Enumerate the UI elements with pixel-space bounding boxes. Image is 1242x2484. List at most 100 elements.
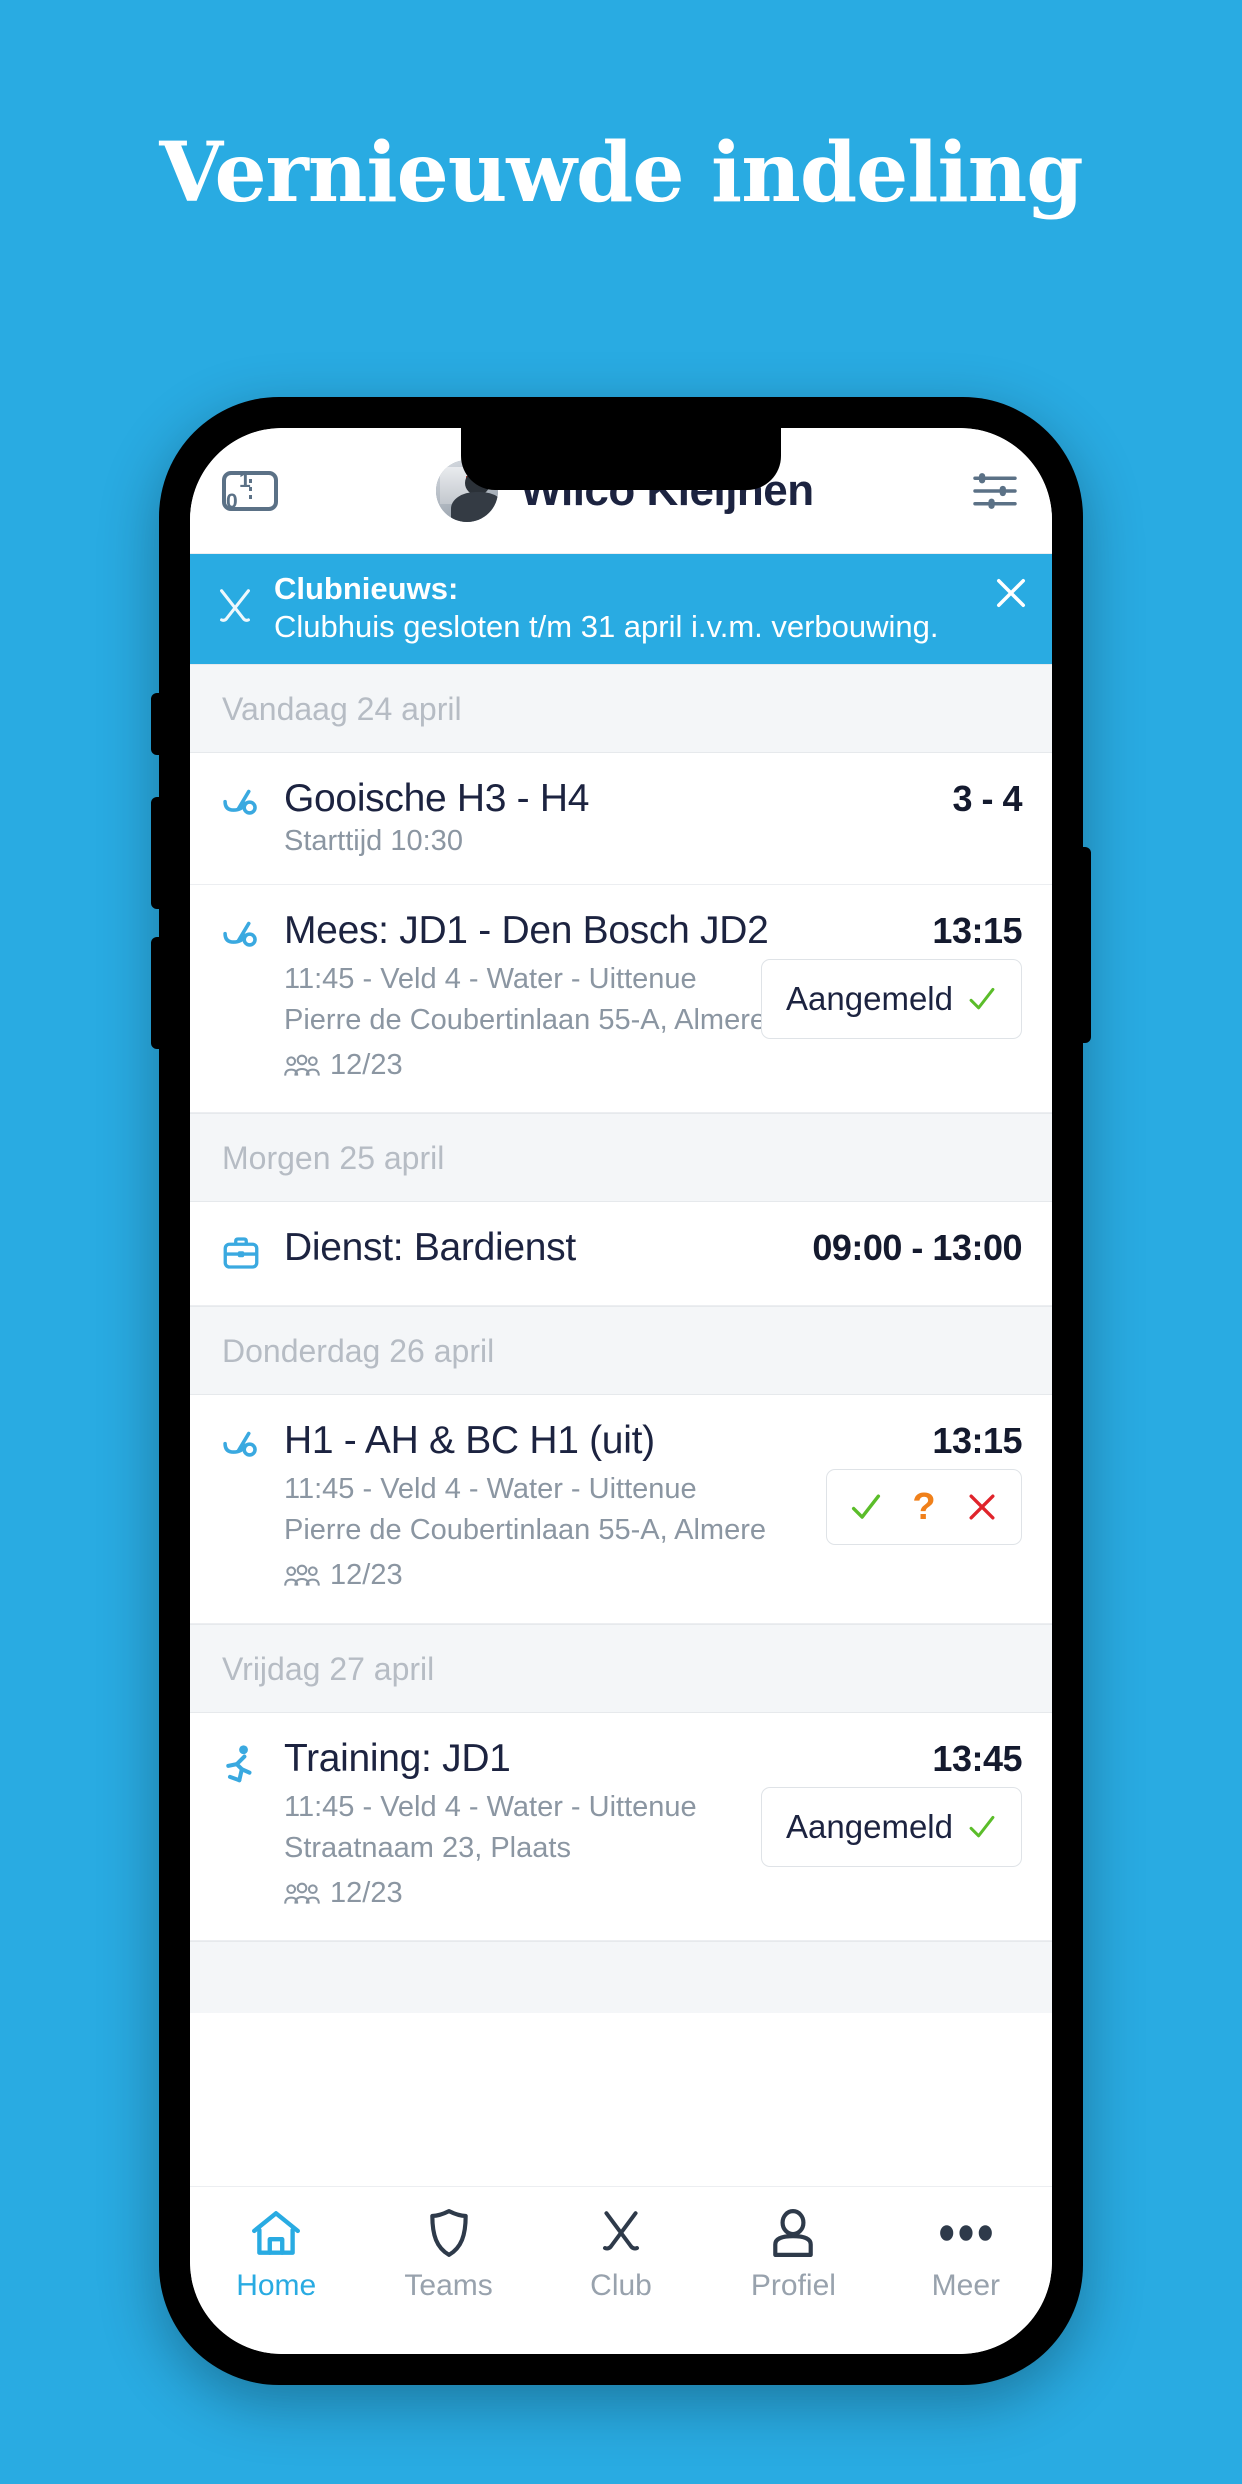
bottom-tab-bar: Home Teams Club Profiel Meer <box>190 2186 1052 2354</box>
check-icon <box>969 1815 995 1838</box>
phone-screen: 1 0 Wilco Kleijnen Clubnieuws: Clubhuis … <box>190 428 1052 2354</box>
attendance-count: 12/23 <box>330 1559 403 1592</box>
event-title-row: Training: JD1 13:45 <box>284 1737 1022 1781</box>
day-header-vrijdag: Vrijdag 27 april <box>190 1623 1052 1713</box>
cross-icon <box>969 1494 995 1520</box>
rsvp-no-button[interactable] <box>953 1484 1011 1530</box>
people-icon <box>284 1882 320 1904</box>
event-body: 11:45 - Veld 4 - Water - Uittenue Pierre… <box>284 958 1022 1087</box>
event-detail-line: 11:45 - Veld 4 - Water - Uittenue <box>284 1473 697 1506</box>
close-icon[interactable] <box>990 572 1032 614</box>
event-action: Aangemeld <box>761 1786 1022 1867</box>
aangemeld-button[interactable]: Aangemeld <box>761 1786 1022 1867</box>
event-main: Mees: JD1 - Den Bosch JD2 13:15 11:45 - … <box>284 909 1022 1087</box>
banner-body: Clubhuis gesloten t/m 31 april i.v.m. ve… <box>274 608 939 644</box>
list-filler <box>190 1941 1052 2014</box>
notch <box>461 428 781 490</box>
aangemeld-label: Aangemeld <box>786 1807 953 1845</box>
event-action: Aangemeld <box>761 958 1022 1039</box>
event-title: H1 - AH & BC H1 (uit) <box>284 1419 655 1463</box>
event-title: Gooische H3 - H4 <box>284 776 590 820</box>
check-icon <box>969 987 995 1009</box>
attendance-count: 12/23 <box>330 1877 403 1909</box>
event-time: 13:15 <box>932 909 1022 951</box>
event-main: H1 - AH & BC H1 (uit) 13:15 11:45 - Veld… <box>284 1419 1022 1597</box>
people-icon <box>284 1054 320 1076</box>
event-detail-lines: 11:45 - Veld 4 - Water - Uittenue Straat… <box>284 1787 749 1915</box>
event-time: 13:15 <box>932 1420 1022 1462</box>
event-action: ? <box>826 1469 1022 1546</box>
banner-text: Clubnieuws: Clubhuis gesloten t/m 31 apr… <box>274 570 974 646</box>
attendance-count: 12/23 <box>330 1048 403 1081</box>
tab-club-label: Club <box>590 2269 652 2302</box>
tab-meer-label: Meer <box>931 2269 1000 2302</box>
event-row[interactable]: Training: JD1 13:45 11:45 - Veld 4 - Wat… <box>190 1712 1052 1942</box>
event-attendance: 12/23 <box>284 1873 749 1914</box>
event-title: Mees: JD1 - Den Bosch JD2 <box>284 908 769 952</box>
mute-switch[interactable] <box>151 693 162 755</box>
tab-profiel[interactable]: Profiel <box>707 2205 879 2303</box>
club-news-banner[interactable]: Clubnieuws: Clubhuis gesloten t/m 31 apr… <box>190 554 1052 664</box>
volume-down-button[interactable] <box>151 937 162 1049</box>
tab-home[interactable]: Home <box>190 2205 362 2303</box>
rsvp-yes-button[interactable] <box>837 1484 895 1530</box>
event-detail-line: Pierre de Coubertinlaan 55-A, Almere <box>284 1003 766 1036</box>
tab-meer[interactable]: Meer <box>880 2205 1052 2303</box>
event-title: Dienst: Bardienst <box>284 1226 576 1270</box>
event-detail-line: Straatnaam 23, Plaats <box>284 1831 571 1864</box>
rsvp-button-group: ? <box>826 1469 1022 1546</box>
scoreboard-digits: 1 0 <box>226 468 264 513</box>
event-row[interactable]: Gooische H3 - H4 3 - 4 Starttijd 10:30 <box>190 752 1052 885</box>
volume-up-button[interactable] <box>151 797 162 909</box>
rsvp-maybe-button[interactable]: ? <box>895 1484 953 1530</box>
event-body: 11:45 - Veld 4 - Water - Uittenue Straat… <box>284 1786 1022 1915</box>
event-title-row: H1 - AH & BC H1 (uit) 13:15 <box>284 1419 1022 1463</box>
ellipsis-icon <box>939 2205 993 2261</box>
event-detail-line: Pierre de Coubertinlaan 55-A, Almere <box>284 1514 766 1547</box>
event-title-row: Dienst: Bardienst 09:00 - 13:00 <box>284 1226 1022 1270</box>
event-body: 11:45 - Veld 4 - Water - Uittenue Pierre… <box>284 1469 1022 1597</box>
aangemeld-button[interactable]: Aangemeld <box>761 958 1022 1039</box>
home-icon <box>249 2205 303 2261</box>
event-attendance: 12/23 <box>284 1555 814 1596</box>
aangemeld-label: Aangemeld <box>786 979 953 1017</box>
tab-home-label: Home <box>236 2269 317 2302</box>
event-detail-lines: 11:45 - Veld 4 - Water - Uittenue Pierre… <box>284 1469 814 1597</box>
event-detail-line: 11:45 - Veld 4 - Water - Uittenue <box>284 962 697 995</box>
sliders-icon[interactable] <box>972 471 1018 511</box>
event-row[interactable]: Mees: JD1 - Den Bosch JD2 13:15 11:45 - … <box>190 884 1052 1114</box>
event-icon-wrap <box>220 1737 266 1915</box>
banner-title: Clubnieuws: <box>274 571 459 606</box>
event-icon-wrap <box>220 1226 266 1279</box>
tab-teams[interactable]: Teams <box>362 2205 534 2303</box>
event-attendance: 12/23 <box>284 1045 749 1086</box>
crossed-hockey-sticks-icon <box>595 2205 647 2261</box>
briefcase-icon <box>223 1237 259 1269</box>
event-row[interactable]: Dienst: Bardienst 09:00 - 13:00 <box>190 1202 1052 1307</box>
event-main: Dienst: Bardienst 09:00 - 13:00 <box>284 1226 1022 1279</box>
tab-teams-label: Teams <box>404 2269 493 2302</box>
event-main: Gooische H3 - H4 3 - 4 Starttijd 10:30 <box>284 777 1022 858</box>
event-row[interactable]: H1 - AH & BC H1 (uit) 13:15 11:45 - Veld… <box>190 1395 1052 1624</box>
crossed-hockey-sticks-icon <box>220 589 250 622</box>
event-title-row: Gooische H3 - H4 3 - 4 <box>284 777 1022 821</box>
event-title-row: Mees: JD1 - Den Bosch JD2 13:15 <box>284 909 1022 953</box>
day-header-morgen: Morgen 25 april <box>190 1113 1052 1203</box>
hockey-stick-icon <box>223 921 257 947</box>
event-detail-line: 11:45 - Veld 4 - Water - Uittenue <box>284 1790 697 1823</box>
event-main: Training: JD1 13:45 11:45 - Veld 4 - Wat… <box>284 1737 1022 1915</box>
check-icon <box>851 1494 881 1519</box>
tab-club[interactable]: Club <box>535 2205 707 2303</box>
event-icon-wrap <box>220 909 266 1087</box>
tab-profiel-label: Profiel <box>750 2269 836 2302</box>
event-starttime: Starttijd 10:30 <box>284 824 463 857</box>
people-icon <box>284 1564 320 1586</box>
running-icon <box>226 1745 252 1782</box>
hockey-stick-icon <box>223 1431 257 1457</box>
hockey-stick-icon <box>223 789 257 815</box>
scoreboard-icon[interactable]: 1 0 <box>222 468 278 513</box>
event-icon-wrap <box>220 1419 266 1597</box>
event-icon-wrap <box>220 777 266 858</box>
event-time: 13:45 <box>932 1737 1022 1779</box>
power-button[interactable] <box>1080 847 1091 1043</box>
